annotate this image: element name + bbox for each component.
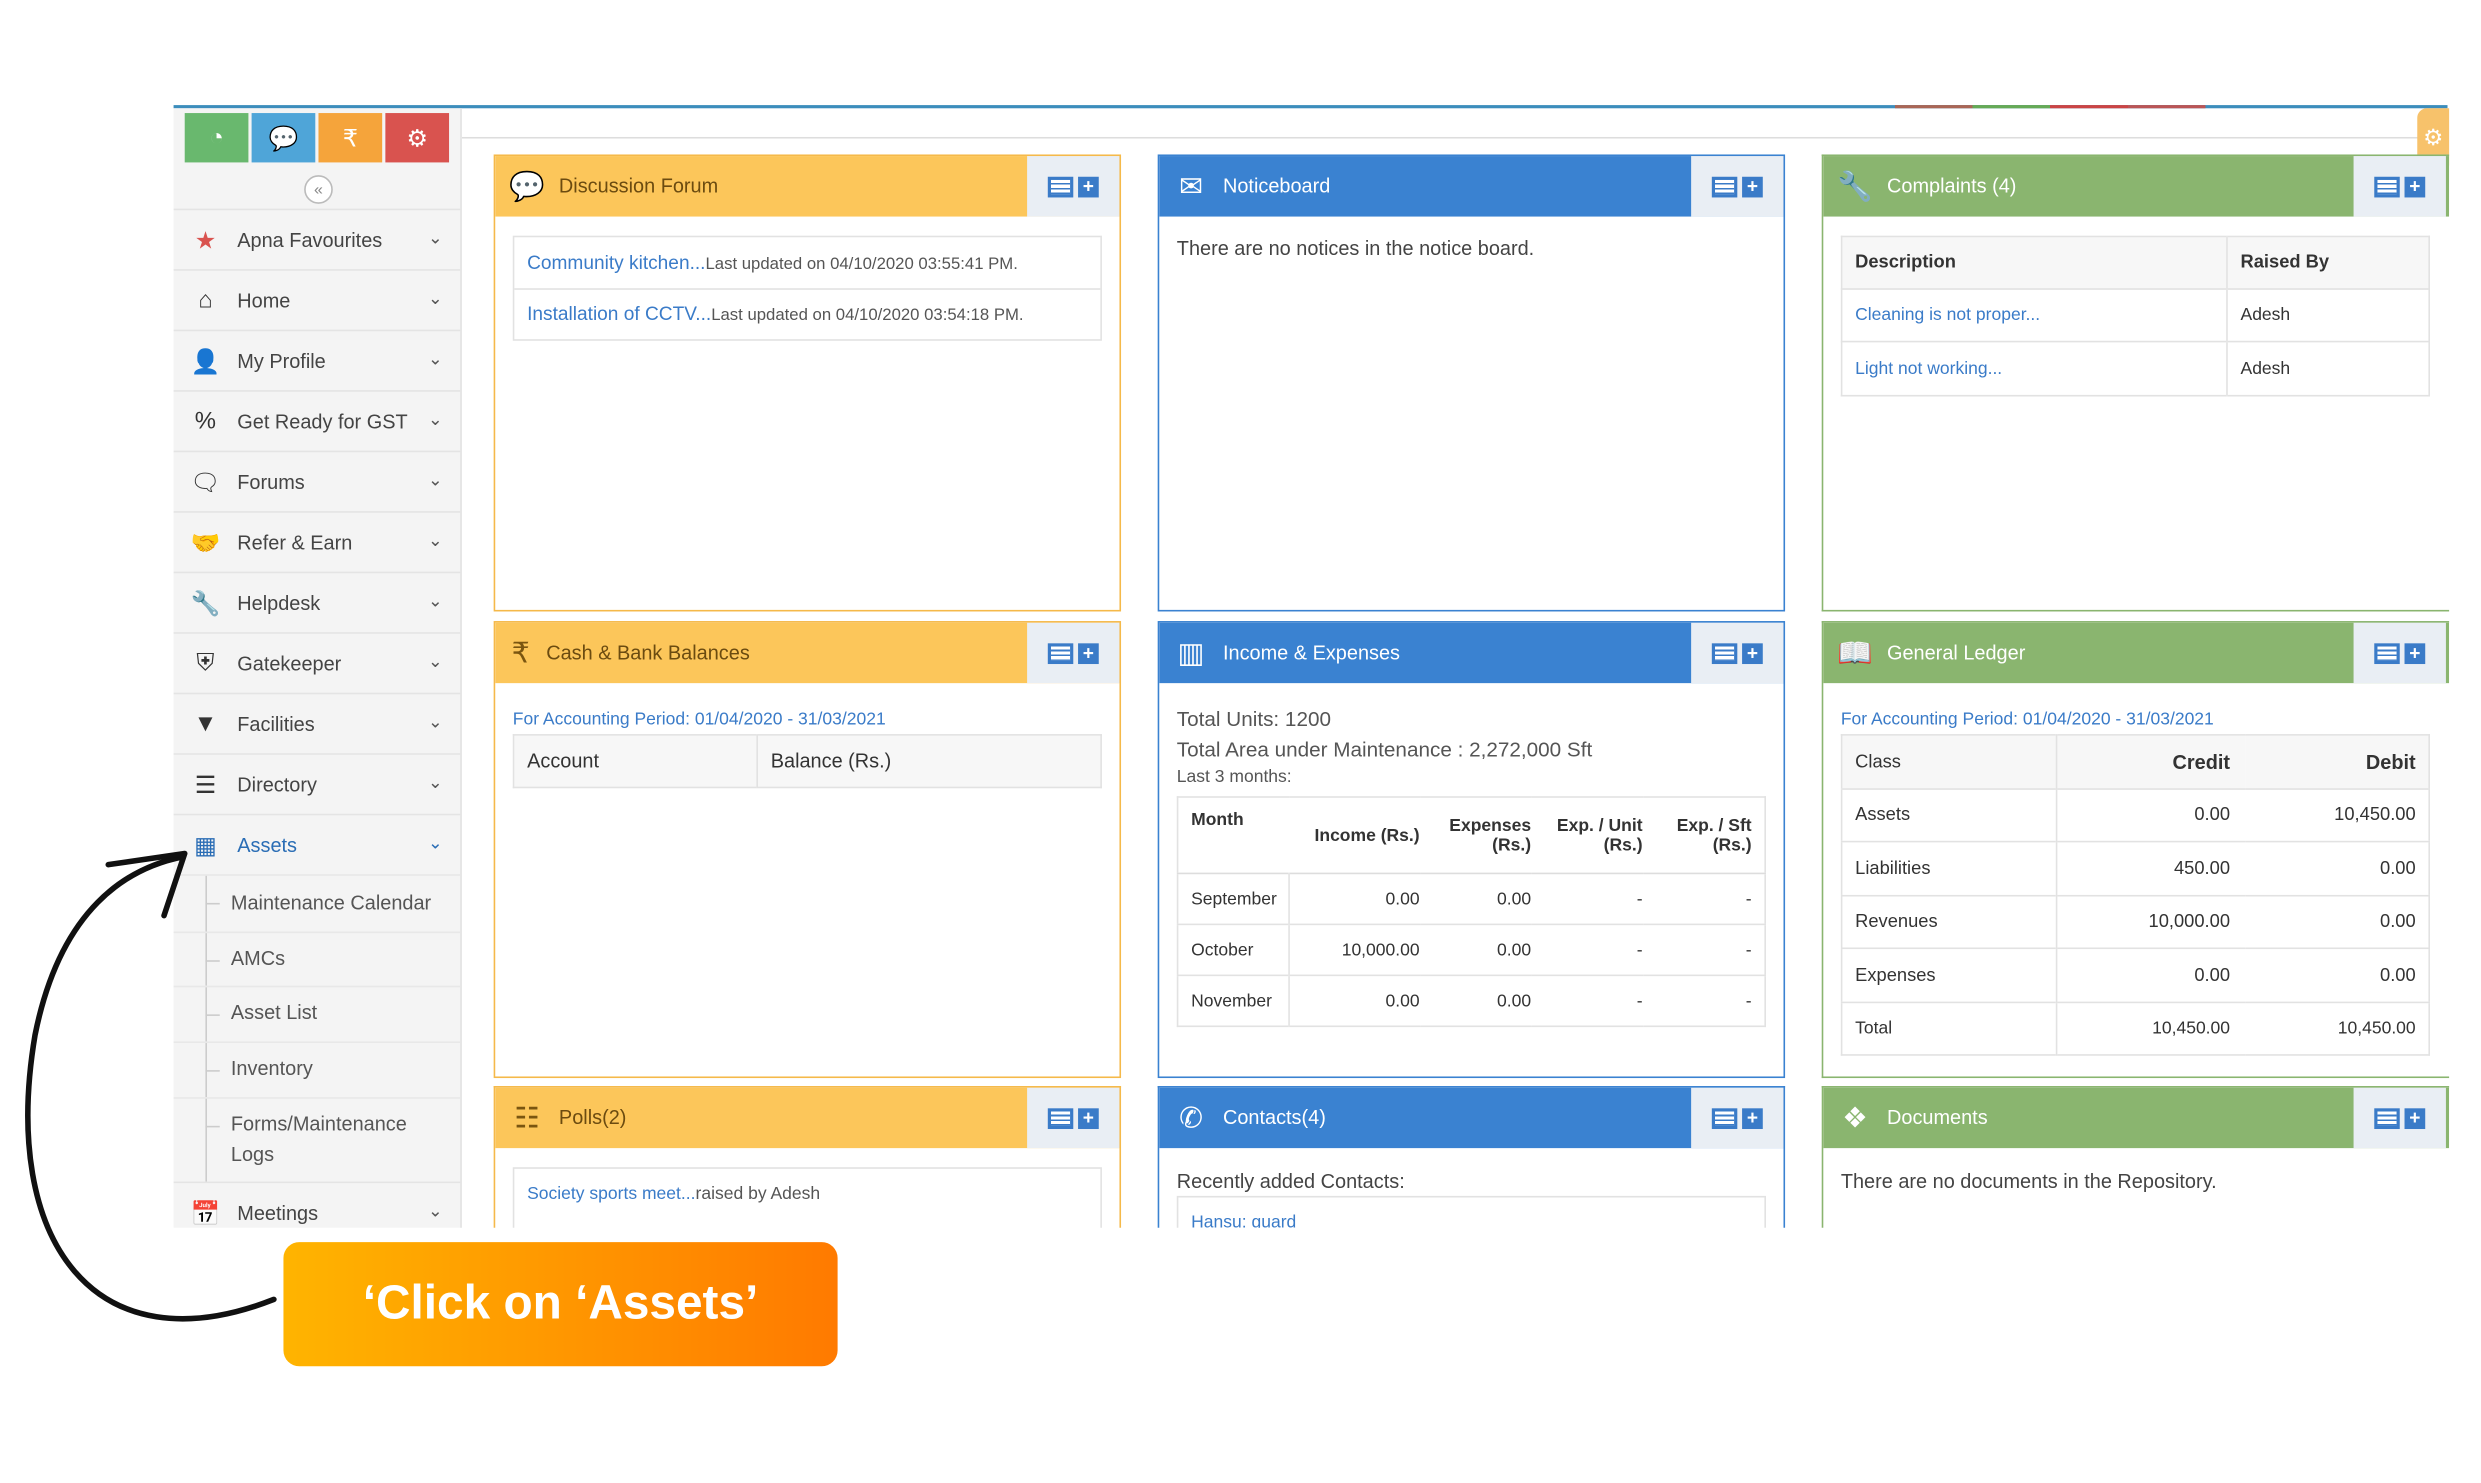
instruction-callout: ‘Click on ‘Assets’ [283,1242,838,1367]
